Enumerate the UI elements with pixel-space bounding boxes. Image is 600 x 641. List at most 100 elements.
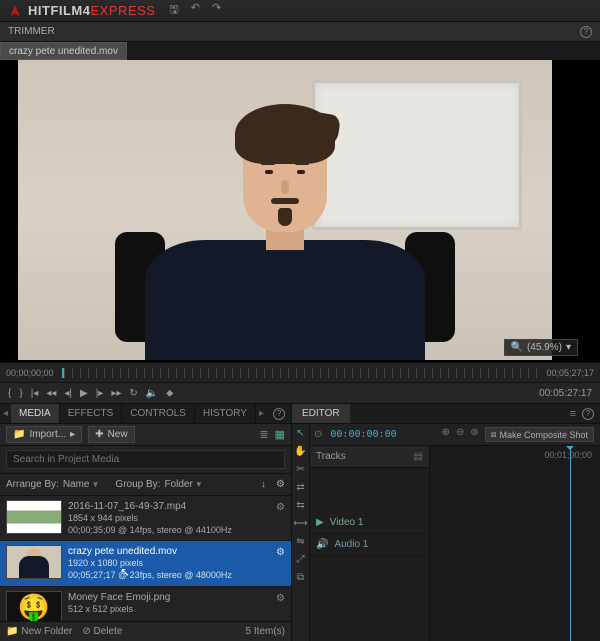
video-track-icon: ▶ <box>316 517 324 528</box>
current-timecode[interactable]: 00:00:00:00 <box>330 429 396 440</box>
marker-icon[interactable]: ⬥ <box>166 388 173 399</box>
arrange-dropdown[interactable]: Name▼ <box>63 479 100 490</box>
list-view-icon[interactable]: ≣ <box>259 428 268 441</box>
zoom-control[interactable]: 🔍 (45.9%) ▾ <box>504 339 579 356</box>
chevron-down-icon: ▸ <box>70 429 75 440</box>
media-info: 00;05;27;17 @ 23fps, stereo @ 48000Hz <box>68 570 285 582</box>
volume-icon[interactable]: 🔈 <box>146 388 158 399</box>
hand-tool-icon[interactable]: ✋ <box>292 442 309 460</box>
trimmer-file-tab[interactable]: crazy pete unedited.mov <box>0 42 127 60</box>
app-logo-icon <box>8 4 22 18</box>
set-out-icon[interactable]: } <box>19 388 22 399</box>
mark-in-icon[interactable]: ⊕ <box>442 427 450 442</box>
chevron-down-icon: ▾ <box>566 342 571 353</box>
timeline-canvas[interactable]: 00;01;00;00 <box>430 446 600 641</box>
item-count: 5 Item(s) <box>246 626 285 637</box>
next-frame-icon[interactable]: ▸▸ <box>111 388 121 399</box>
trimmer-time-ruler[interactable]: 00;00;00;00 00;05;27;17 <box>0 362 600 382</box>
slide-tool-icon[interactable]: ⇆ <box>292 496 309 514</box>
tab-history[interactable]: HISTORY <box>195 404 256 423</box>
redo-icon[interactable]: ↷ <box>212 1 221 20</box>
tab-editor[interactable]: EDITOR <box>292 404 350 423</box>
snap-tool-icon[interactable]: ⧉ <box>292 568 309 586</box>
arrange-label: Arrange By: <box>6 479 59 490</box>
timecode-gear-icon[interactable]: ⊙ <box>314 429 322 440</box>
item-gear-icon[interactable]: ⚙ <box>276 593 285 604</box>
playhead[interactable] <box>570 446 571 641</box>
trimmer-title: TRIMMER <box>8 26 55 37</box>
set-in-icon[interactable]: { <box>8 388 11 399</box>
tab-scroll-right-icon[interactable]: ▸ <box>256 404 267 423</box>
roll-tool-icon[interactable]: ⇋ <box>292 532 309 550</box>
help-icon[interactable]: ? <box>582 408 594 420</box>
media-title: 2016-11-07_16-49-37.mp4 <box>68 500 285 513</box>
go-start-icon[interactable]: |◂ <box>31 388 39 399</box>
audio-track-icon: 🔊 <box>316 539 328 550</box>
selection-tool-icon[interactable]: ↖ <box>292 424 309 442</box>
folder-icon: 📁 <box>13 429 25 440</box>
panel-gear-icon[interactable]: ⚙ <box>276 479 285 490</box>
make-composite-button[interactable]: ⧈ Make Composite Shot <box>485 427 594 442</box>
media-title: crazy pete unedited.mov <box>68 545 285 558</box>
media-footer: 📁 New Folder ⊘ Delete 5 Item(s) <box>0 621 291 641</box>
mark-out-icon[interactable]: ⊖ <box>456 427 464 442</box>
sort-dir-icon[interactable]: ↓ <box>261 479 266 490</box>
track-headers: Tracks ▤ ▶ Video 1 🔊 Audio 1 <box>310 446 430 641</box>
trimmer-file-tabs: crazy pete unedited.mov <box>0 42 600 60</box>
editor-timecode-row: ⊙ 00:00:00:00 ⊕ ⊖ ⊛ ⧈ Make Composite Sho… <box>310 424 600 446</box>
link-icon[interactable]: ⊛ <box>470 427 478 442</box>
tracks-label: Tracks ▤ <box>310 446 429 468</box>
ruler-start-time: 00;00;00;00 <box>6 368 54 378</box>
search-input[interactable] <box>6 450 285 469</box>
play-icon[interactable]: ▶ <box>80 388 88 399</box>
tab-effects[interactable]: EFFECTS <box>60 404 123 423</box>
grid-view-icon[interactable]: ▦ <box>275 428 285 441</box>
tab-media[interactable]: MEDIA <box>11 404 60 423</box>
media-resolution: 512 x 512 pixels <box>68 604 285 616</box>
step-back-icon[interactable]: ◂| <box>64 388 72 399</box>
ruler-track[interactable] <box>62 368 539 378</box>
media-list: 2016-11-07_16-49-37.mp4 1854 x 944 pixel… <box>0 496 291 621</box>
import-button[interactable]: 📁 Import... ▸ <box>6 426 82 443</box>
slice-tool-icon[interactable]: ✂ <box>292 460 309 478</box>
app-title: HITFILM4EXPRESS <box>28 3 155 18</box>
delete-button[interactable]: ⊘ Delete <box>82 626 122 637</box>
step-fwd-icon[interactable]: |▸ <box>96 388 104 399</box>
video-track-header[interactable]: ▶ Video 1 <box>310 512 429 534</box>
item-gear-icon[interactable]: ⚙ <box>276 547 285 558</box>
video-preview[interactable] <box>18 60 552 360</box>
help-icon[interactable]: ? <box>273 408 285 420</box>
ruler-end-time: 00;05;27;17 <box>546 368 594 378</box>
prev-frame-icon[interactable]: ◂◂ <box>46 388 56 399</box>
slip-tool-icon[interactable]: ⇄ <box>292 478 309 496</box>
editor-tool-column: ↖ ✋ ✂ ⇄ ⇆ ⟷ ⇋ ⤢ ⧉ <box>292 424 310 641</box>
media-item[interactable]: 2016-11-07_16-49-37.mp4 1854 x 944 pixel… <box>0 496 291 541</box>
project-panel: ◂ MEDIA EFFECTS CONTROLS HISTORY ▸ ? 📁 I… <box>0 404 292 641</box>
project-tabs: ◂ MEDIA EFFECTS CONTROLS HISTORY ▸ ? <box>0 404 291 424</box>
new-folder-button[interactable]: 📁 New Folder <box>6 626 72 637</box>
tab-controls[interactable]: CONTROLS <box>122 404 195 423</box>
help-icon[interactable]: ? <box>580 26 592 38</box>
undo-icon[interactable]: ↶ <box>191 1 200 20</box>
rate-tool-icon[interactable]: ⤢ <box>292 550 309 568</box>
panel-menu-icon[interactable]: ≡ <box>570 408 576 420</box>
group-dropdown[interactable]: Folder▼ <box>164 479 202 490</box>
tab-scroll-left-icon[interactable]: ◂ <box>0 404 11 423</box>
editor-panel: EDITOR ≡ ? ↖ ✋ ✂ ⇄ ⇆ ⟷ ⇋ ⤢ ⧉ ⊙ 00:00:0 <box>292 404 600 641</box>
new-button[interactable]: ✚ New <box>88 426 134 443</box>
media-thumbnail: 🤑 <box>6 591 62 621</box>
save-icon[interactable]: 🖫 <box>169 1 178 20</box>
transport-bar: { } |◂ ◂◂ ◂| ▶ |▸ ▸▸ ↻ 🔈 ⬥ 00:05:27:17 <box>0 382 600 404</box>
plus-icon: ✚ <box>95 429 103 440</box>
magnifier-icon: 🔍 <box>511 342 523 353</box>
ripple-tool-icon[interactable]: ⟷ <box>292 514 309 532</box>
media-resolution: 1920 x 1080 pixels <box>68 558 285 570</box>
item-gear-icon[interactable]: ⚙ <box>276 502 285 513</box>
media-thumbnail <box>6 545 62 579</box>
media-item[interactable]: 🤑 Money Face Emoji.png 512 x 512 pixels … <box>0 587 291 621</box>
trimmer-viewer: 🔍 (45.9%) ▾ 00;00;00;00 00;05;27;17 <box>0 60 600 382</box>
loop-icon[interactable]: ↻ <box>129 388 137 399</box>
clip-duration: 00:05:27:17 <box>539 388 592 399</box>
audio-track-header[interactable]: 🔊 Audio 1 <box>310 534 429 556</box>
media-item[interactable]: crazy pete unedited.mov 1920 x 1080 pixe… <box>0 541 291 586</box>
